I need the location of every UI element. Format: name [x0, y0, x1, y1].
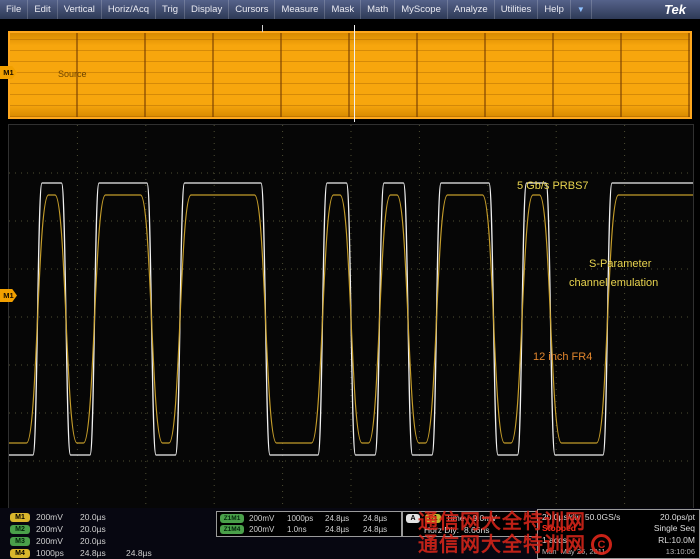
trigger-level: -9.0mV — [469, 513, 497, 523]
zoom-scale: 200mV — [249, 514, 275, 523]
channel-badge[interactable]: M4 — [10, 548, 30, 558]
horz-dly-value: 8.66ns — [463, 525, 490, 535]
menu-item-trig[interactable]: Trig — [156, 0, 186, 19]
menu-item-math[interactable]: Math — [361, 0, 396, 19]
menu-item-measure[interactable]: Measure — [275, 0, 326, 19]
waveform-display: 5 Gb/s PRBS7 S-Parameter channel emulati… — [8, 124, 694, 510]
menu-item-edit[interactable]: Edit — [28, 0, 58, 19]
channel-timebase: 24.8µs — [80, 548, 106, 558]
menu-item-cursors[interactable]: Cursors — [229, 0, 276, 19]
acq-count-row: 1 acqs RL:10.0M — [542, 534, 695, 545]
annotation-fr4: 12 inch FR4 — [533, 351, 593, 363]
trigger-source-badge: C1 — [425, 513, 441, 523]
zoom-pos1: 24.8µs — [325, 514, 350, 523]
channel-timebase: 20.0µs — [80, 512, 106, 522]
channel-readout-row: M4 1000ps 24.8µs 24.8µs — [10, 547, 166, 559]
readout-bar: M1 200mV 20.0µs M2 200mV 20.0µs M3 200mV… — [0, 508, 700, 559]
zoom-pos1: 24.8µs — [325, 525, 350, 534]
menu-item-vertical[interactable]: Vertical — [58, 0, 102, 19]
record-length: RL:10.0M — [658, 534, 695, 545]
zoom-readout-row: Z1M1 200mV 1000ps 24.8µs 24.8µs — [220, 513, 398, 524]
sample-rate: 50.0GS/s — [584, 511, 621, 522]
zoom-pos2: 24.8µs — [363, 514, 388, 523]
datetime-row: Man May 26, 2011 13:10:06 — [542, 546, 695, 557]
zoom-timebase: 1.0ns — [287, 525, 307, 534]
trigger-mode: Man — [542, 546, 557, 556]
menu-item-utilities[interactable]: Utilities — [495, 0, 539, 19]
horizontal-scale: 20.0µs/div — [542, 511, 581, 522]
trigger-a-badge: A — [406, 513, 420, 523]
zoom-readout-box[interactable]: Z1M1 200mV 1000ps 24.8µs 24.8µs Z1M4 200… — [216, 511, 402, 537]
channel-scale: 200mV — [36, 524, 63, 534]
trace-yellow — [9, 194, 693, 444]
menu-item-myscope[interactable]: MyScope — [395, 0, 448, 19]
channel-scale: 1000ps — [36, 548, 64, 558]
acq-mode: Single Seq — [653, 523, 695, 534]
annotation-sparameter: S-Parameter — [589, 258, 652, 270]
time-text: 13:10:06 — [665, 546, 695, 556]
channel-badge[interactable]: M1 — [10, 512, 30, 522]
menu-dropdown-button[interactable]: ▼ — [571, 0, 592, 19]
zoom-badge[interactable]: Z1M4 — [220, 525, 244, 534]
horizontal-readout-box[interactable]: 20.0µs/div 50.0GS/s 20.0ps/pt Stopped Si… — [537, 509, 700, 559]
source-label: Source — [58, 69, 87, 79]
zoom-cursor-line[interactable] — [354, 25, 355, 122]
trigger-delay-row: Horz Dly: 8.66ns — [406, 524, 534, 536]
menu-item-horiz-acq[interactable]: Horiz/Acq — [102, 0, 157, 19]
channel-readouts: M1 200mV 20.0µs M2 200mV 20.0µs M3 200mV… — [10, 511, 166, 559]
trigger-row: A C1 Time -9.0mV — [406, 512, 534, 524]
menu-item-help[interactable]: Help — [538, 0, 571, 19]
annotation-bitrate: 5 Gb/s PRBS7 — [517, 180, 589, 192]
zoom-scale: 200mV — [249, 525, 275, 534]
channel-timebase: 20.0µs — [80, 524, 106, 534]
menu-item-file[interactable]: File — [0, 0, 29, 19]
menu-item-mask[interactable]: Mask — [325, 0, 362, 19]
channel-badge[interactable]: M2 — [10, 524, 30, 534]
horz-dly-label: Horz Dly: — [424, 525, 459, 535]
acq-count: 1 acqs — [542, 534, 568, 545]
menu-item-display[interactable]: Display — [185, 0, 230, 19]
acquisition-overview[interactable]: Source — [8, 31, 692, 119]
channel-extra: 24.8µs — [126, 548, 152, 558]
horizontal-scale-row: 20.0µs/div 50.0GS/s 20.0ps/pt — [542, 511, 695, 522]
trigger-type: Time — [446, 513, 465, 523]
channel-readout-row: M2 200mV 20.0µs — [10, 523, 166, 535]
trigger-readout-box[interactable]: A C1 Time -9.0mV Horz Dly: 8.66ns — [402, 511, 538, 537]
graticule-svg — [9, 125, 693, 509]
zoom-readout-row: Z1M4 200mV 1.0ns 24.8µs 24.8µs — [220, 524, 398, 535]
acq-status-row: Stopped Single Seq — [542, 523, 695, 534]
channel-readout-row: M3 200mV 20.0µs — [10, 535, 166, 547]
annotation-channel-emulation: channel emulation — [569, 277, 659, 289]
channel-timebase: 20.0µs — [80, 536, 106, 546]
menu-bar: File Edit Vertical Horiz/Acq Trig Displa… — [0, 0, 700, 19]
zoom-timebase: 1000ps — [287, 514, 314, 523]
chevron-down-icon: ▼ — [576, 5, 585, 14]
zoom-pos2: 24.8µs — [363, 525, 388, 534]
date-text: May 26, 2011 — [560, 546, 606, 556]
acq-status: Stopped — [542, 523, 576, 534]
menu-item-analyze[interactable]: Analyze — [448, 0, 495, 19]
channel-readout-row: M1 200mV 20.0µs — [10, 511, 166, 523]
zoom-badge[interactable]: Z1M1 — [220, 514, 244, 523]
channel-scale: 200mV — [36, 512, 63, 522]
tek-logo: Tek — [664, 2, 686, 17]
cursor-tick-mark — [262, 25, 263, 32]
channel-badge[interactable]: M3 — [10, 536, 30, 546]
channel-scale: 200mV — [36, 536, 63, 546]
sample-resolution: 20.0ps/pt — [660, 511, 695, 522]
